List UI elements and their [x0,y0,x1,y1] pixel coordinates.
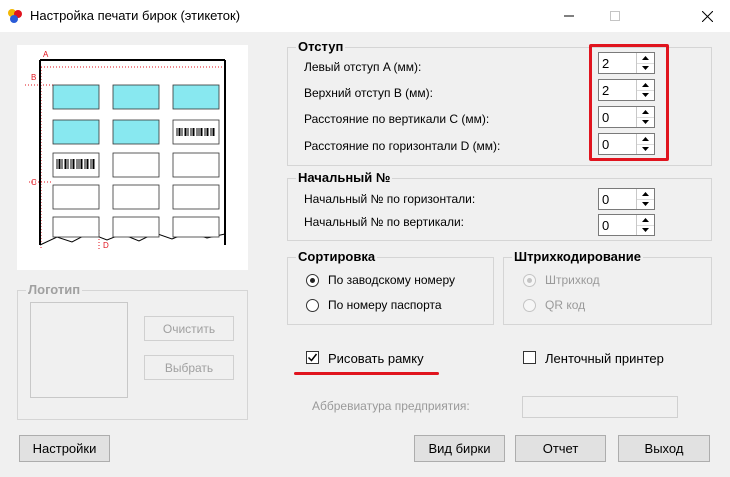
exit-button[interactable]: Выход [618,435,710,462]
label-sheet-illustration: A B C D [25,50,226,250]
checkmark-icon [307,353,318,362]
start-vertical-value[interactable]: 0 [602,218,609,233]
maximize-button [592,0,638,32]
indent-group-title: Отступ [296,39,346,54]
left-indent-label: Левый отступ A (мм): [304,60,422,74]
clear-logo-button: Очистить [144,316,234,341]
tape-printer-checkbox[interactable] [523,351,536,364]
barcode-group-title: Штрихкодирование [512,249,643,264]
start-horizontal-stepper[interactable]: 0 [598,188,655,210]
sorting-group: Сортировка [287,249,494,325]
abbreviation-label: Аббревиатура предприятия: [312,399,470,413]
start-horizontal-label: Начальный № по горизонтали: [304,192,476,206]
sort-by-passport-radio[interactable] [306,299,319,312]
logo-image-box [30,302,128,398]
minimize-icon [564,15,574,17]
minimize-button[interactable] [546,0,592,32]
start-vertical-label: Начальный № по вертикали: [304,215,465,229]
marker-c: C [31,178,37,187]
close-icon [701,10,713,22]
barcode-radio [523,274,536,287]
top-indent-label: Верхний отступ B (мм): [304,86,433,100]
tape-printer-label[interactable]: Ленточный принтер [545,351,664,366]
marker-d: D [103,241,109,250]
title-bar: Настройка печати бирок (этикеток) [0,0,730,32]
highlight-annotation [589,44,669,161]
label-layout-preview: A B C D [17,45,248,270]
horizontal-distance-label: Расстояние по горизонтали D (мм): [304,139,501,153]
app-icon [8,9,22,23]
sort-by-factory-label[interactable]: По заводскому номеру [328,273,455,287]
report-button[interactable]: Отчет [515,435,606,462]
maximize-icon [610,11,620,21]
sorting-group-title: Сортировка [296,249,378,264]
barcode-icon [176,127,215,136]
choose-logo-button: Выбрать [144,355,234,380]
barcode-label: Штрихкод [545,273,600,287]
qr-code-label: QR код [545,298,586,312]
stepper-down-icon[interactable] [637,225,654,235]
view-tag-button[interactable]: Вид бирки [414,435,505,462]
sort-by-factory-radio[interactable] [306,274,319,287]
settings-button[interactable]: Настройки [19,435,110,462]
marker-a: A [43,50,49,59]
marker-b: B [31,73,36,82]
draw-frame-label[interactable]: Рисовать рамку [328,351,424,366]
window-title: Настройка печати бирок (этикеток) [30,8,241,23]
barcode-group: Штрихкодирование [503,249,712,325]
start-vertical-stepper[interactable]: 0 [598,214,655,236]
sort-by-passport-label[interactable]: По номеру паспорта [328,298,442,312]
qr-code-radio [523,299,536,312]
underline-annotation [294,372,439,375]
logo-group-title: Логотип [26,282,83,297]
start-horizontal-value[interactable]: 0 [602,192,609,207]
draw-frame-checkbox[interactable] [306,351,319,364]
stepper-down-icon[interactable] [637,199,654,209]
start-number-group-title: Начальный № [296,170,393,185]
close-button[interactable] [684,0,730,32]
abbreviation-input [522,396,678,418]
vertical-distance-label: Расстояние по вертикали C (мм): [304,112,490,126]
